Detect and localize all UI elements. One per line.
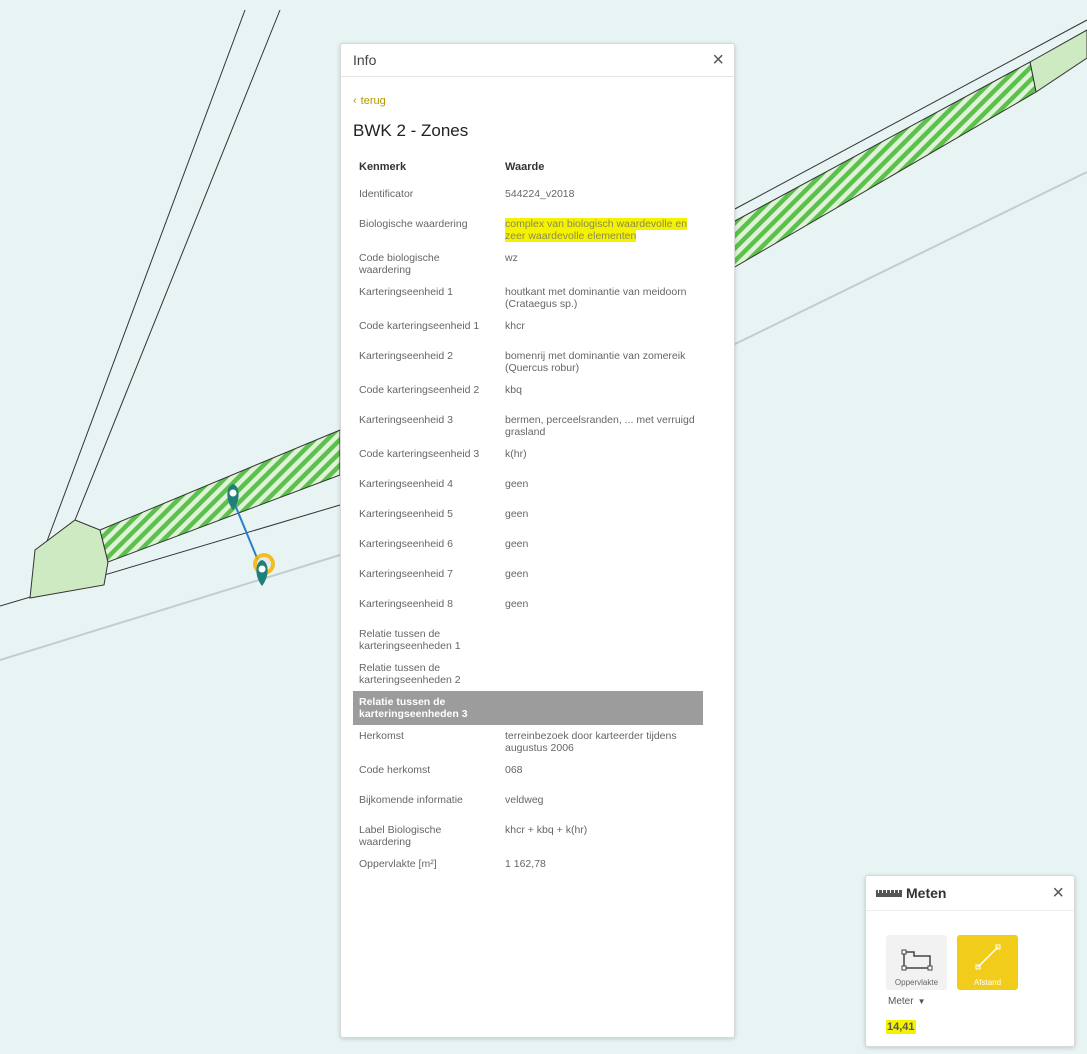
row-key: Code karteringseenheid 2	[359, 384, 480, 396]
row-key: Karteringseenheid 7	[359, 568, 453, 580]
row-value: veldweg	[505, 794, 544, 806]
highlighted-text: complex van biologisch waardevolle en ze…	[505, 218, 688, 242]
column-header-kenmerk: Kenmerk	[359, 161, 407, 173]
table-row: Biologische waardering complex van biolog…	[353, 213, 703, 247]
row-value: kbq	[505, 384, 522, 396]
row-value: geen	[505, 598, 529, 610]
chevron-down-icon: ▼	[917, 997, 926, 1006]
row-value: bermen, perceelsranden, ... met verruigd…	[505, 414, 695, 438]
table-row: Karteringseenheid 6 geen	[353, 533, 703, 563]
row-key: Relatie tussen de karteringseenheden 3	[353, 691, 499, 725]
table-row: Bijkomende informatie veldweg	[353, 789, 703, 819]
table-row: Code biologische waardering wz	[353, 247, 703, 281]
table-header-row: Kenmerk Waarde	[353, 153, 703, 183]
chevron-left-icon: ‹	[353, 95, 357, 107]
row-value: wz	[505, 252, 518, 264]
row-value: geen	[505, 538, 529, 550]
row-key: Karteringseenheid 3	[359, 414, 453, 426]
measure-tools: Oppervlakte Afstand	[886, 935, 1074, 990]
table-row: Karteringseenheid 5 geen	[353, 503, 703, 533]
row-key: Karteringseenheid 1	[359, 286, 453, 298]
row-key: Karteringseenheid 4	[359, 478, 453, 490]
distance-tool-label: Afstand	[973, 978, 1002, 987]
row-value: 544224_v2018	[505, 188, 575, 200]
row-value: bomenrij met dominantie van zomereik (Qu…	[505, 350, 686, 374]
area-icon	[901, 949, 932, 971]
row-value: 1 162,78	[505, 858, 546, 870]
table-row: Label Biologische waardering khcr + kbq +…	[353, 819, 703, 853]
row-value: k(hr)	[505, 448, 527, 460]
row-value: khcr + kbq + k(hr)	[505, 824, 588, 836]
info-panel-header: Info ×	[341, 44, 734, 77]
row-key: Karteringseenheid 8	[359, 598, 453, 610]
row-key: Karteringseenheid 5	[359, 508, 453, 520]
row-key: Karteringseenheid 2	[359, 350, 453, 362]
table-row: Identificator 544224_v2018	[353, 183, 703, 213]
table-row: Karteringseenheid 2 bomenrij met dominant…	[353, 345, 703, 379]
row-key: Oppervlakte [m²]	[359, 858, 437, 870]
unit-select-value: Meter	[888, 996, 914, 1007]
back-link[interactable]: ‹ terug	[353, 95, 734, 107]
table-row: Code karteringseenheid 3 k(hr)	[353, 443, 703, 473]
meten-panel-title: Meten	[906, 885, 947, 901]
info-panel: Info × ‹ terug BWK 2 - Zones Kenmerk Waa…	[340, 43, 735, 1038]
row-key: Code karteringseenheid 3	[359, 448, 480, 460]
measure-result: 14,41	[886, 1020, 1074, 1034]
meten-panel-title-wrap: Meten	[876, 885, 946, 901]
table-row: Karteringseenheid 3 bermen, perceelsrande…	[353, 409, 703, 443]
row-key: Code karteringseenheid 1	[359, 320, 480, 332]
row-value: geen	[505, 508, 529, 520]
row-key: Karteringseenheid 6	[359, 538, 453, 550]
close-icon[interactable]: ×	[712, 50, 724, 70]
row-key: Identificator	[359, 188, 414, 200]
table-row: Code karteringseenheid 1 khcr	[353, 315, 703, 345]
area-tool-button[interactable]: Oppervlakte	[886, 935, 947, 990]
row-key: Biologische waardering	[359, 218, 468, 230]
meten-panel: Meten × Oppervlakte Afstand Meter ▼ 14,4…	[865, 875, 1075, 1047]
table-row-selected[interactable]: Relatie tussen de karteringseenheden 3	[353, 691, 703, 725]
table-row: Karteringseenheid 8 geen	[353, 593, 703, 623]
table-row: Karteringseenheid 4 geen	[353, 473, 703, 503]
measure-result-value: 14,41	[886, 1020, 916, 1034]
table-row: Code karteringseenheid 2 kbq	[353, 379, 703, 409]
area-tool-label: Oppervlakte	[894, 978, 939, 987]
unit-select[interactable]: Meter ▼	[888, 996, 1074, 1007]
distance-tool-button[interactable]: Afstand	[957, 935, 1018, 990]
meten-panel-header: Meten ×	[866, 876, 1074, 911]
back-link-label: terug	[360, 95, 386, 107]
row-value: geen	[505, 478, 529, 490]
info-panel-title: Info	[353, 52, 377, 68]
row-key: Bijkomende informatie	[359, 794, 463, 806]
distance-icon	[975, 944, 1000, 970]
row-value: terreinbezoek door karteerder tijdens au…	[505, 730, 677, 754]
table-row: Karteringseenheid 7 geen	[353, 563, 703, 593]
row-value: khcr	[505, 320, 525, 332]
row-key: Relatie tussen de karteringseenheden 1	[359, 628, 461, 652]
row-key: Code biologische waardering	[359, 252, 440, 276]
ruler-icon	[876, 889, 902, 897]
row-key: Label Biologische waardering	[359, 824, 442, 848]
row-value: houtkant met dominantie van meidoorn (Cr…	[505, 286, 687, 310]
table-row: Oppervlakte [m²] 1 162,78	[353, 853, 703, 883]
row-value-highlighted: complex van biologisch waardevolle en ze…	[499, 213, 703, 247]
row-value	[499, 623, 703, 657]
close-icon[interactable]: ×	[1052, 883, 1064, 903]
row-value	[499, 657, 703, 691]
table-row: Relatie tussen de karteringseenheden 1	[353, 623, 703, 657]
row-value	[499, 691, 703, 725]
row-key: Herkomst	[359, 730, 404, 742]
layer-title: BWK 2 - Zones	[353, 121, 469, 140]
row-value: geen	[505, 568, 529, 580]
table-row: Karteringseenheid 1 houtkant met dominant…	[353, 281, 703, 315]
row-key: Relatie tussen de karteringseenheden 2	[359, 662, 461, 686]
row-value: 068	[505, 764, 523, 776]
table-row: Code herkomst 068	[353, 759, 703, 789]
table-row: Herkomst terreinbezoek door karteerder ti…	[353, 725, 703, 759]
table-row: Relatie tussen de karteringseenheden 2	[353, 657, 703, 691]
row-key: Code herkomst	[359, 764, 431, 776]
attribute-table: Kenmerk Waarde Identificator 544224_v2018…	[353, 153, 703, 883]
column-header-waarde: Waarde	[505, 161, 545, 173]
